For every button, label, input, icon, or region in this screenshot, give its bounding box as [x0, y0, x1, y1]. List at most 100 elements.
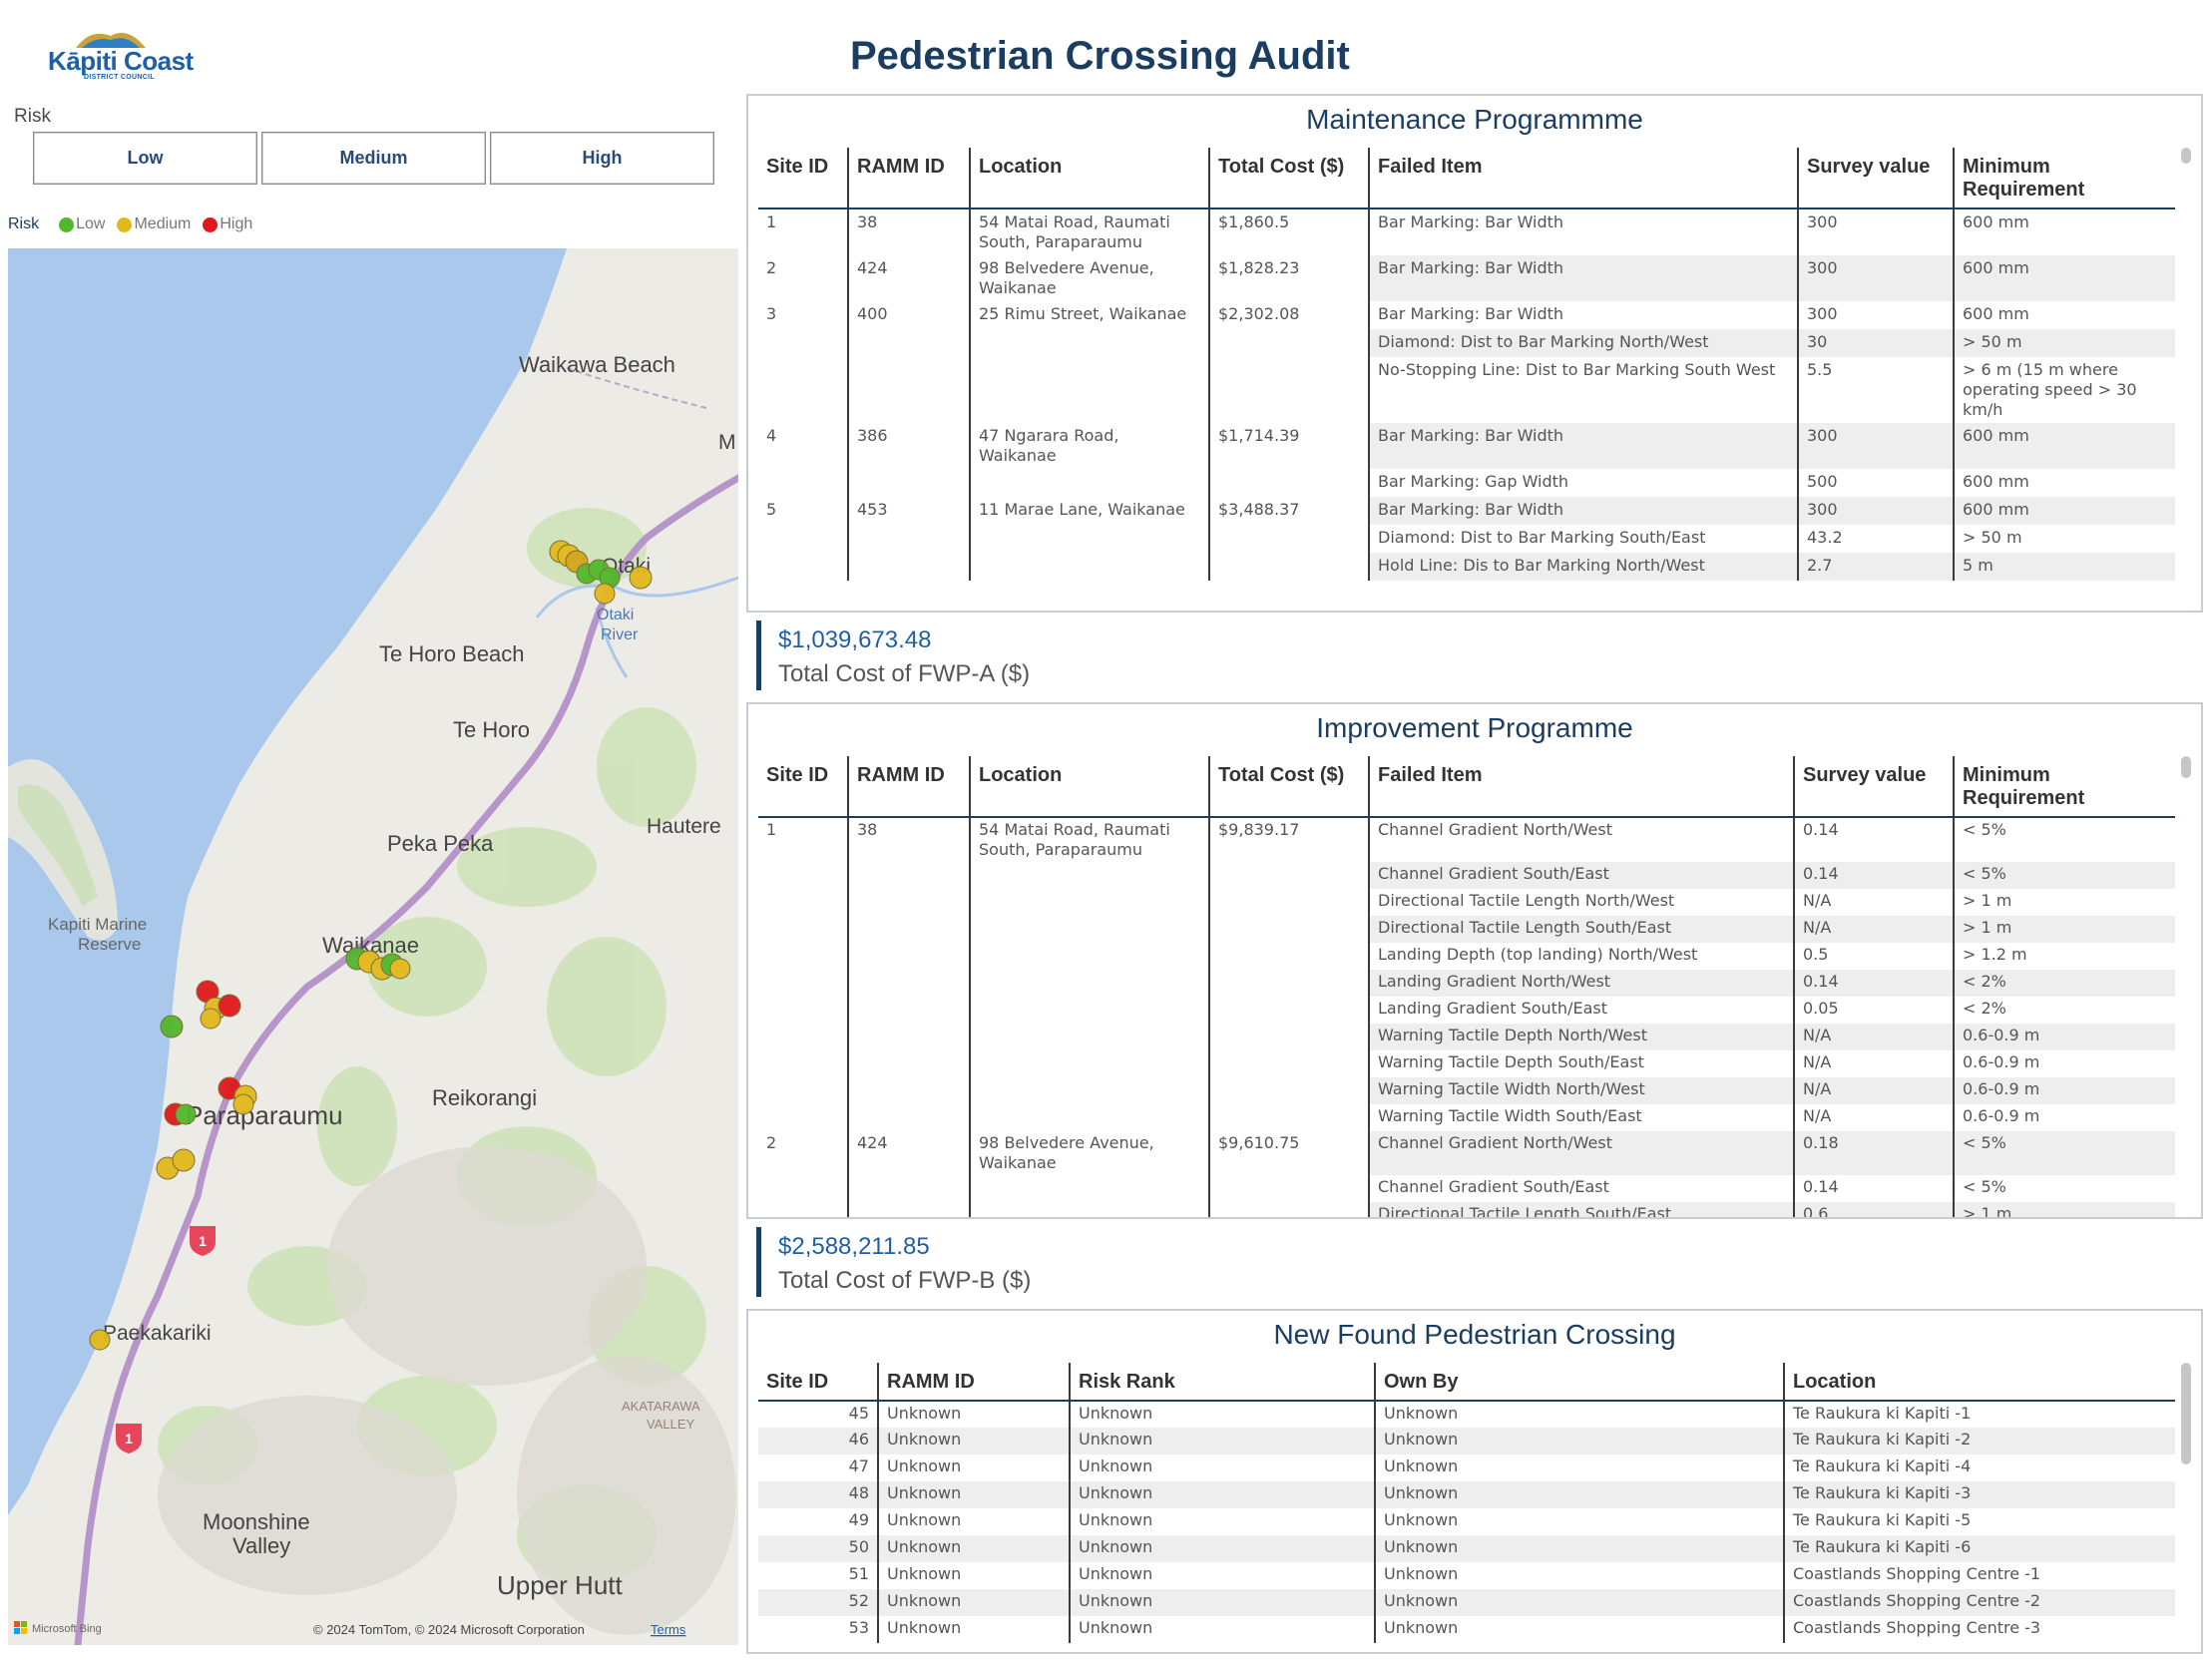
new-found-crossing-table[interactable]: New Found Pedestrian Crossing Site ID RAM… — [746, 1309, 2203, 1654]
column-header[interactable]: Total Cost ($) — [1208, 148, 1369, 209]
column-header[interactable]: RAMM ID — [847, 756, 970, 818]
column-header[interactable]: Minimum Requirement — [1953, 756, 2175, 818]
table-row[interactable]: 1 38 54 Matai Road, Raumati South, Parapar… — [758, 817, 2175, 862]
column-header[interactable]: RAMM ID — [847, 148, 970, 209]
failed-item-cell: Bar Marking: Bar Width — [1368, 423, 1798, 469]
column-header[interactable]: Survey value — [1797, 148, 1954, 209]
table-row[interactable]: Channel Gradient South/East 0.14 < 5% — [758, 1175, 2175, 1202]
map-label: Upper Hutt — [497, 1570, 623, 1600]
own-by-cell: Unknown — [1374, 1508, 1784, 1535]
location-cell — [969, 525, 1209, 553]
ramm-id-cell — [847, 357, 970, 423]
failed-item-cell: Channel Gradient North/West — [1368, 1131, 1794, 1175]
column-header[interactable]: Location — [969, 148, 1209, 209]
column-header[interactable]: Risk Rank — [1069, 1363, 1375, 1402]
table-row[interactable]: Landing Gradient North/West 0.14 < 2% — [758, 970, 2175, 997]
risk-medium-button[interactable]: Medium — [261, 132, 486, 185]
table-row[interactable]: Diamond: Dist to Bar Marking North/West 3… — [758, 329, 2175, 357]
column-header[interactable]: Minimum Requirement — [1953, 148, 2175, 209]
table-row[interactable]: 5 453 11 Marae Lane, Waikanae $3,488.37 Bar … — [758, 497, 2175, 525]
column-header[interactable]: Survey value — [1793, 756, 1954, 818]
risk-map[interactable]: 1 1 Waikawa Beach Otaki Otaki River Te H… — [8, 248, 738, 1645]
newfound-scrollbar[interactable] — [2181, 1363, 2191, 1464]
survey-value-cell: 0.18 — [1793, 1131, 1954, 1175]
table-row[interactable]: 51 Unknown Unknown Unknown Coastlands Shoppi… — [758, 1562, 2175, 1589]
table-row[interactable]: Landing Depth (top landing) North/West 0.… — [758, 943, 2175, 970]
improvement-scrollbar[interactable] — [2181, 756, 2191, 778]
maintenance-programme-table[interactable]: Maintenance Programmme Site ID RAMM ID Loc… — [746, 94, 2203, 613]
table-row[interactable]: 1 38 54 Matai Road, Raumati South, Parapar… — [758, 208, 2175, 255]
table-row[interactable]: Bar Marking: Gap Width 500 600 mm — [758, 469, 2175, 497]
legend-item-medium[interactable]: Medium — [111, 215, 191, 233]
table-row[interactable]: 2 424 98 Belvedere Avenue, Waikanae $1,828.… — [758, 255, 2175, 301]
table-row[interactable]: 53 Unknown Unknown Unknown Coastlands Shoppi… — [758, 1616, 2175, 1643]
total-cost-cell — [1208, 889, 1369, 916]
table-row[interactable]: Directional Tactile Length South/East 0.6… — [758, 1202, 2175, 1217]
table-row[interactable]: Warning Tactile Depth South/East N/A 0.6-0… — [758, 1050, 2175, 1077]
minimum-requirement-cell: 0.6-0.9 m — [1953, 1050, 2175, 1077]
table-row[interactable]: 4 386 47 Ngarara Road, Waikanae $1,714.39 Ba… — [758, 423, 2175, 469]
location-cell — [969, 943, 1209, 970]
table-row[interactable]: Landing Gradient South/East 0.05 < 2% — [758, 997, 2175, 1024]
table-row[interactable]: 49 Unknown Unknown Unknown Te Raukura ki Kap… — [758, 1508, 2175, 1535]
column-header[interactable]: Total Cost ($) — [1208, 756, 1369, 818]
table-row[interactable]: Warning Tactile Depth North/West N/A 0.6-0… — [758, 1024, 2175, 1050]
minimum-requirement-cell: > 1.2 m — [1953, 943, 2175, 970]
map-label: M — [718, 431, 736, 454]
table-row[interactable]: 45 Unknown Unknown Unknown Te Raukura ki Kap… — [758, 1401, 2175, 1428]
column-header[interactable]: RAMM ID — [877, 1363, 1070, 1402]
site-id-cell: 51 — [848, 1564, 869, 1583]
column-header[interactable]: Location — [969, 756, 1209, 818]
column-header[interactable]: Own By — [1374, 1363, 1784, 1402]
failed-item-cell: Landing Depth (top landing) North/West — [1368, 943, 1794, 970]
table-row[interactable]: Directional Tactile Length North/West N/A… — [758, 889, 2175, 916]
table-row[interactable]: 50 Unknown Unknown Unknown Te Raukura ki Kap… — [758, 1535, 2175, 1562]
location-cell — [969, 1202, 1209, 1217]
risk-high-button[interactable]: High — [490, 132, 714, 185]
column-header[interactable]: Location — [1783, 1363, 2175, 1402]
table-row[interactable]: 2 424 98 Belvedere Avenue, Waikanae $9,610.… — [758, 1131, 2175, 1175]
risk-low-button[interactable]: Low — [33, 132, 257, 185]
table-row[interactable]: Directional Tactile Length South/East N/A… — [758, 916, 2175, 943]
column-header[interactable]: Site ID — [758, 756, 848, 818]
table-row[interactable]: Warning Tactile Width North/West N/A 0.6-0… — [758, 1077, 2175, 1104]
ramm-id-cell — [847, 329, 970, 357]
table-row[interactable]: Warning Tactile Width South/East N/A 0.6-0… — [758, 1104, 2175, 1131]
table-row[interactable]: 52 Unknown Unknown Unknown Coastlands Shoppi… — [758, 1589, 2175, 1616]
minimum-requirement-cell: 600 mm — [1953, 423, 2175, 469]
table-row[interactable]: 48 Unknown Unknown Unknown Te Raukura ki Kap… — [758, 1481, 2175, 1508]
failed-item-cell: Bar Marking: Bar Width — [1368, 208, 1798, 255]
column-header[interactable]: Failed Item — [1368, 756, 1794, 818]
own-by-cell: Unknown — [1374, 1481, 1784, 1508]
map-canvas[interactable]: 1 1 Waikawa Beach Otaki Otaki River Te H… — [8, 248, 738, 1645]
column-header[interactable]: Site ID — [758, 1363, 878, 1402]
risk-rank-cell: Unknown — [1069, 1481, 1375, 1508]
table-row[interactable]: Diamond: Dist to Bar Marking South/East 4… — [758, 525, 2175, 553]
table-row[interactable]: Channel Gradient South/East 0.14 < 5% — [758, 862, 2175, 889]
svg-text:1: 1 — [199, 1233, 207, 1249]
survey-value-cell: 300 — [1797, 423, 1954, 469]
table-row[interactable]: 3 400 25 Rimu Street, Waikanae $2,302.08 Bar… — [758, 301, 2175, 329]
table-row[interactable]: 47 Unknown Unknown Unknown Te Raukura ki Kap… — [758, 1454, 2175, 1481]
table-row[interactable]: No-Stopping Line: Dist to Bar Marking So… — [758, 357, 2175, 423]
legend-item-high[interactable]: High — [197, 215, 252, 233]
minimum-requirement-cell: > 6 m (15 m where operating speed > 30 k… — [1953, 357, 2175, 423]
site-id-cell — [758, 1024, 848, 1050]
column-header[interactable]: Failed Item — [1368, 148, 1798, 209]
ramm-id-cell — [847, 889, 970, 916]
table-row[interactable]: 46 Unknown Unknown Unknown Te Raukura ki Kap… — [758, 1428, 2175, 1454]
table-row[interactable]: Hold Line: Dis to Bar Marking North/West… — [758, 553, 2175, 581]
total-cost-cell — [1208, 1202, 1369, 1217]
location-cell: Te Raukura ki Kapiti -3 — [1783, 1481, 2175, 1508]
map-terms-link[interactable]: Terms — [651, 1622, 686, 1637]
maintenance-scrollbar[interactable] — [2181, 148, 2191, 164]
legend-item-low[interactable]: Low — [53, 215, 105, 233]
minimum-requirement-cell: < 5% — [1953, 1131, 2175, 1175]
failed-item-cell: Warning Tactile Width North/West — [1368, 1077, 1794, 1104]
improvement-programme-table[interactable]: Improvement Programme Site ID RAMM ID Loca… — [746, 702, 2203, 1219]
ramm-id-cell: Unknown — [877, 1401, 1070, 1428]
column-header[interactable]: Site ID — [758, 148, 848, 209]
maintenance-grid: Site ID RAMM ID Location Total Cost ($) Fail… — [758, 148, 2175, 581]
ramm-id-cell: Unknown — [877, 1454, 1070, 1481]
site-id-cell — [758, 970, 848, 997]
